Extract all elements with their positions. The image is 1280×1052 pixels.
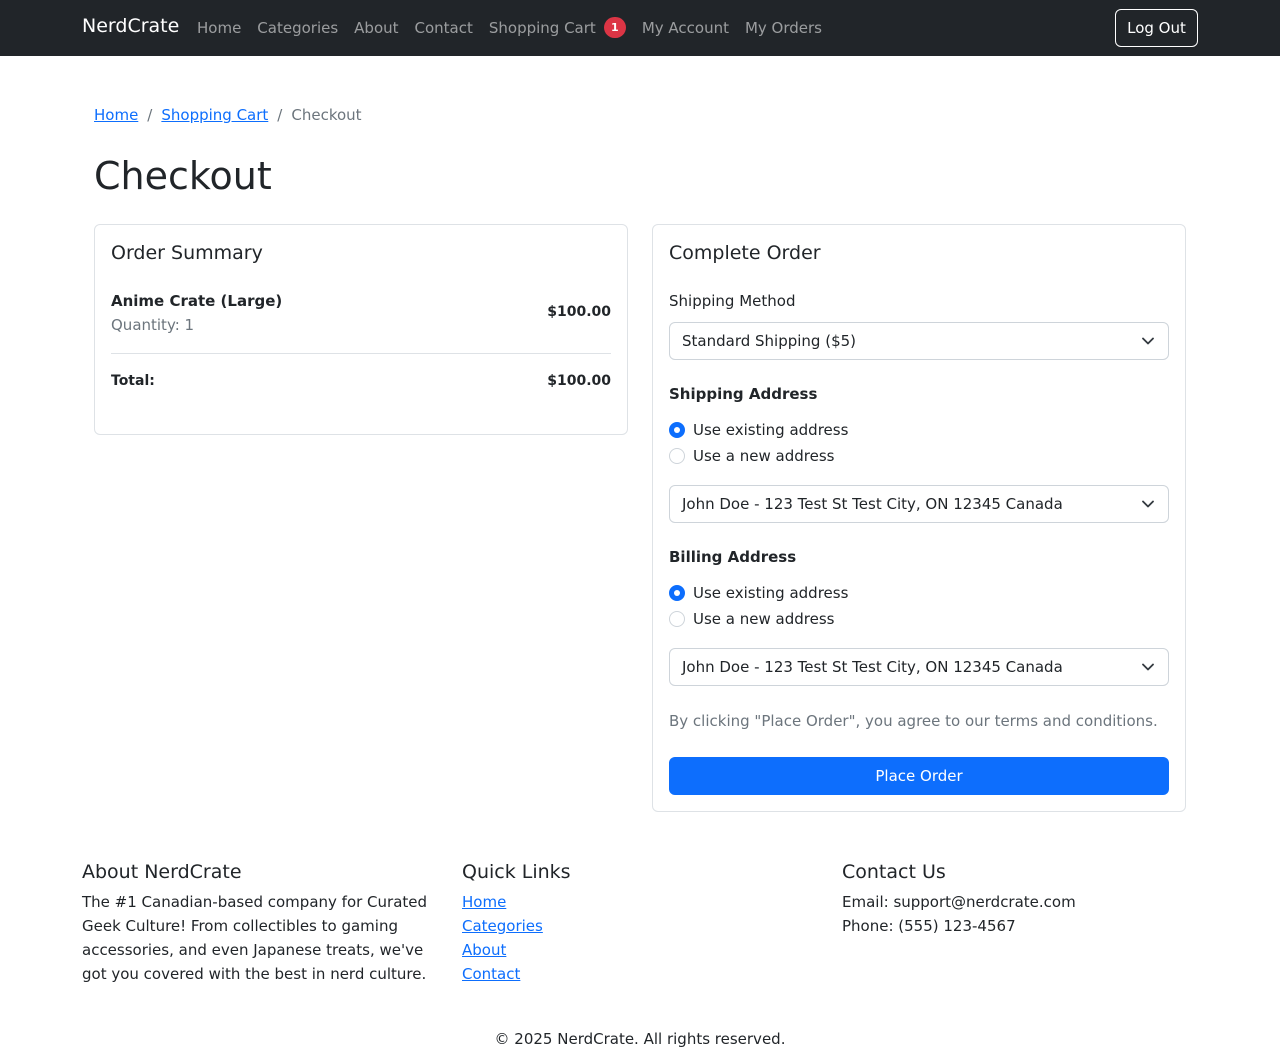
nav-home[interactable]: Home <box>197 19 241 37</box>
brand-logo[interactable]: NerdCrate <box>82 15 179 37</box>
billing-address-value: John Doe - 123 Test St Test City, ON 123… <box>682 658 1063 676</box>
shipping-existing-radio[interactable] <box>669 422 685 438</box>
footer-about-title: About NerdCrate <box>82 861 242 883</box>
billing-address-select[interactable]: John Doe - 123 Test St Test City, ON 123… <box>669 648 1169 686</box>
shipping-existing-radio-row[interactable]: Use existing address <box>669 421 848 439</box>
cart-count-badge: 1 <box>603 17 626 38</box>
chevron-down-icon <box>1142 500 1154 508</box>
footer-about: About NerdCrate The #1 Canadian-based co… <box>82 861 432 986</box>
nav-my-account[interactable]: My Account <box>642 19 729 37</box>
billing-address-label: Billing Address <box>669 548 797 566</box>
shipping-method-label: Shipping Method <box>669 292 796 310</box>
order-summary-card: Order Summary Anime Crate (Large) Quanti… <box>94 224 628 435</box>
total-value: $100.00 <box>547 373 611 389</box>
nav-shopping-cart-label: Shopping Cart <box>488 18 596 37</box>
order-summary-title: Order Summary <box>111 242 263 264</box>
billing-existing-radio-row[interactable]: Use existing address <box>669 584 848 602</box>
breadcrumb-home[interactable]: Home <box>94 106 138 124</box>
summary-divider <box>111 353 611 354</box>
nav-about[interactable]: About <box>354 19 398 37</box>
copyright: © 2025 NerdCrate. All rights reserved. <box>494 1030 786 1048</box>
billing-new-label: Use a new address <box>693 610 835 628</box>
footer-link-home[interactable]: Home <box>462 890 571 914</box>
terms-notice: By clicking "Place Order", you agree to … <box>669 712 1158 730</box>
total-label: Total: <box>111 373 155 389</box>
chevron-down-icon <box>1142 337 1154 345</box>
billing-new-radio[interactable] <box>669 611 685 627</box>
nav-shopping-cart[interactable]: Shopping Cart 1 <box>489 17 626 38</box>
footer-quick-links: Quick Links Home Categories About Contac… <box>462 861 571 986</box>
logout-button[interactable]: Log Out <box>1115 9 1198 47</box>
shipping-new-radio-row[interactable]: Use a new address <box>669 447 834 465</box>
shipping-existing-label: Use existing address <box>693 421 849 439</box>
billing-existing-label: Use existing address <box>693 584 849 602</box>
complete-order-card: Complete Order Shipping Method Standard … <box>652 224 1186 812</box>
footer-contact-title: Contact Us <box>842 861 946 883</box>
place-order-button[interactable]: Place Order <box>669 757 1169 795</box>
item-name: Anime Crate (Large) <box>111 292 283 310</box>
footer-phone: Phone: (555) 123-4567 <box>842 917 1016 935</box>
shipping-method-select[interactable]: Standard Shipping ($5) <box>669 322 1169 360</box>
nav-my-orders[interactable]: My Orders <box>745 19 822 37</box>
complete-order-title: Complete Order <box>669 242 821 264</box>
page-title: Checkout <box>94 154 272 198</box>
nav-categories[interactable]: Categories <box>257 19 338 37</box>
billing-existing-radio[interactable] <box>669 585 685 601</box>
footer-link-about[interactable]: About <box>462 938 571 962</box>
shipping-address-label: Shipping Address <box>669 385 818 403</box>
item-price: $100.00 <box>547 304 611 320</box>
breadcrumb-shopping-cart[interactable]: Shopping Cart <box>161 106 268 124</box>
item-quantity: Quantity: 1 <box>111 316 195 334</box>
breadcrumb-current: Checkout <box>291 106 362 124</box>
top-navbar: NerdCrate Home Categories About Contact … <box>0 0 1280 56</box>
shipping-address-select[interactable]: John Doe - 123 Test St Test City, ON 123… <box>669 485 1169 523</box>
billing-new-radio-row[interactable]: Use a new address <box>669 610 834 628</box>
breadcrumb-separator: / <box>147 106 153 124</box>
footer-links-title: Quick Links <box>462 861 571 883</box>
shipping-new-label: Use a new address <box>693 447 835 465</box>
footer-link-categories[interactable]: Categories <box>462 914 571 938</box>
shipping-address-value: John Doe - 123 Test St Test City, ON 123… <box>682 495 1063 513</box>
chevron-down-icon <box>1142 663 1154 671</box>
footer-link-contact[interactable]: Contact <box>462 962 571 986</box>
nav-links: Home Categories About Contact Shopping C… <box>197 17 838 38</box>
breadcrumb: Home / Shopping Cart / Checkout <box>94 106 362 124</box>
shipping-method-value: Standard Shipping ($5) <box>682 332 857 350</box>
footer-contact: Contact Us Email: support@nerdcrate.com … <box>842 861 1076 938</box>
nav-contact[interactable]: Contact <box>415 19 473 37</box>
footer-email: Email: support@nerdcrate.com <box>842 893 1076 911</box>
shipping-new-radio[interactable] <box>669 448 685 464</box>
footer-about-text: The #1 Canadian-based company for Curate… <box>82 893 428 983</box>
breadcrumb-separator: / <box>277 106 283 124</box>
